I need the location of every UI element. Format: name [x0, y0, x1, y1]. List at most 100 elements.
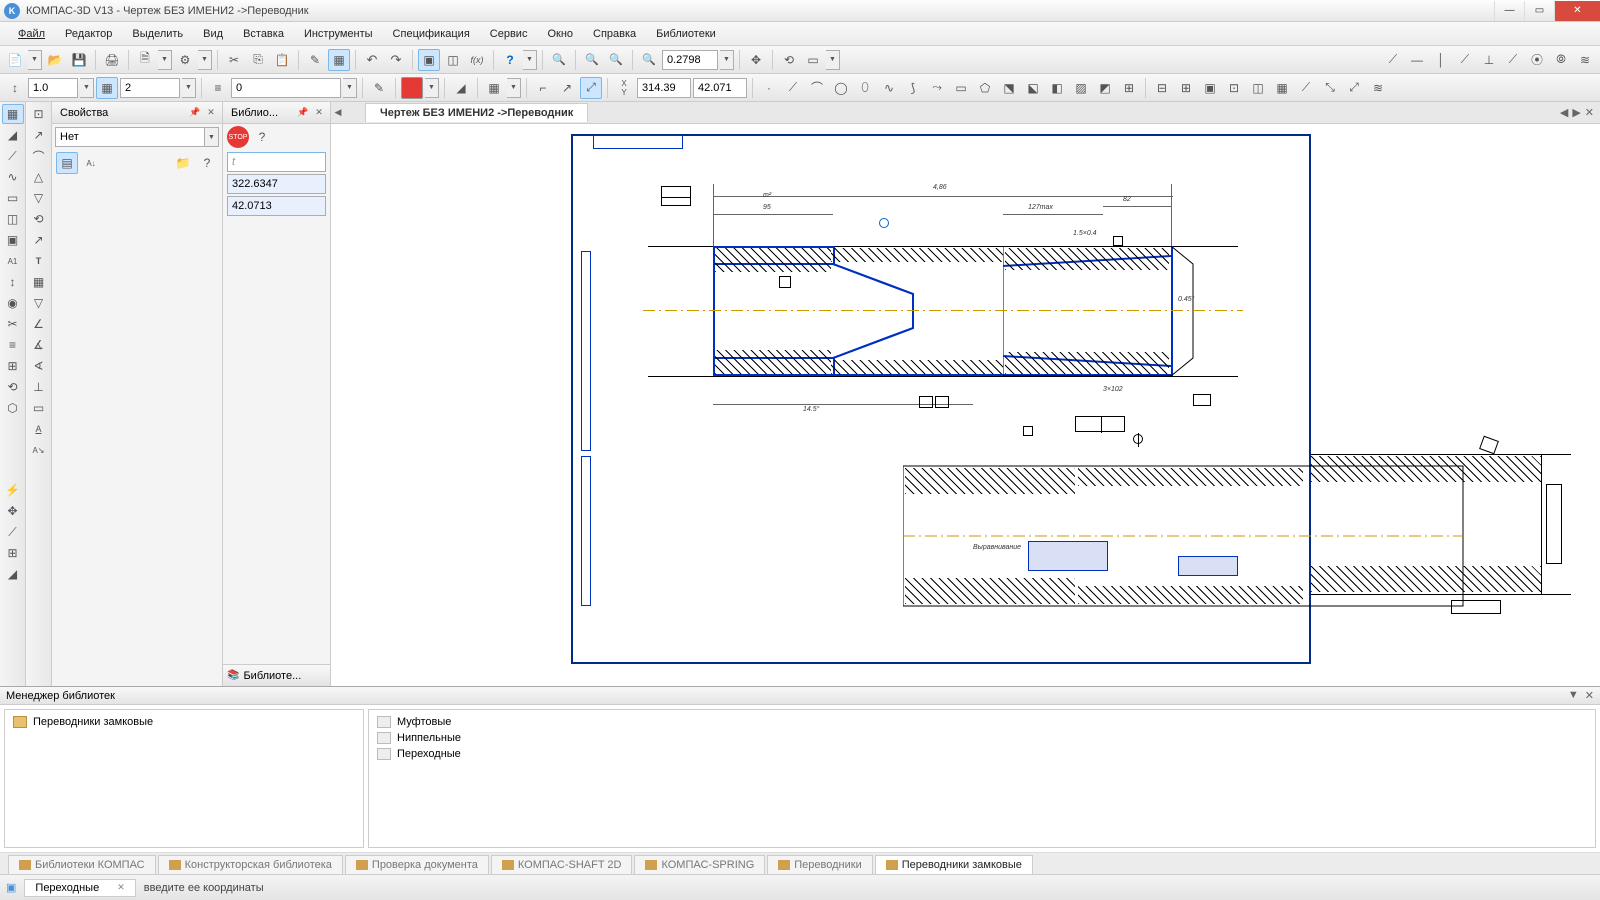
point-icon[interactable]: ·	[758, 77, 780, 99]
libmgr-close-icon[interactable]: ✕	[1585, 689, 1594, 702]
v11-icon[interactable]: ≡	[2, 335, 24, 355]
poly-icon[interactable]: ⬠	[974, 77, 996, 99]
props-b3[interactable]: 📁	[172, 152, 194, 174]
props-combo-dd[interactable]: ▼	[205, 127, 219, 147]
geom-icon[interactable]: ▦	[2, 104, 24, 124]
lib-footer-label[interactable]: Библиоте...	[239, 668, 326, 684]
v12-icon[interactable]: ⊞	[2, 356, 24, 376]
menu-service[interactable]: Сервис	[482, 25, 536, 43]
lib-close-icon[interactable]: ✕	[312, 106, 326, 120]
d6-icon[interactable]: ▦	[1271, 77, 1293, 99]
w5-icon[interactable]: ▽	[28, 188, 50, 208]
color-dd[interactable]: ▼	[425, 78, 439, 98]
lineweight-input[interactable]	[28, 78, 78, 98]
w17-icon[interactable]: A↘	[28, 440, 50, 460]
v16-icon[interactable]: ✥	[2, 501, 24, 521]
new-button[interactable]	[4, 49, 26, 71]
v17-icon[interactable]: ⟋	[2, 522, 24, 542]
layer-dd[interactable]: ▼	[182, 78, 196, 98]
lineweight-icon[interactable]: ↕	[4, 77, 26, 99]
color-button[interactable]	[401, 77, 423, 99]
tab-close-icon[interactable]: ✕	[1585, 106, 1594, 119]
w7-icon[interactable]: ↗	[28, 230, 50, 250]
t3-icon[interactable]: ◧	[1046, 77, 1068, 99]
paste-button[interactable]	[271, 49, 293, 71]
menu-window[interactable]: Окно	[539, 25, 581, 43]
d9-icon[interactable]: ⤢	[1343, 77, 1365, 99]
mode1-button[interactable]: ▣	[418, 49, 440, 71]
display-dd[interactable]: ▼	[826, 50, 840, 70]
menu-view[interactable]: Вид	[195, 25, 231, 43]
display-button[interactable]: ▭	[802, 49, 824, 71]
w9-icon[interactable]: ▦	[28, 272, 50, 292]
props-b1[interactable]: ▤	[56, 152, 78, 174]
v10-icon[interactable]: ✂	[2, 314, 24, 334]
save-button[interactable]	[68, 49, 90, 71]
snap3-icon[interactable]: ⤢	[580, 77, 602, 99]
status-tab-close-icon[interactable]: ✕	[117, 882, 125, 893]
grid-dd[interactable]: ▼	[507, 78, 521, 98]
pan-button[interactable]: ✥	[745, 49, 767, 71]
lib-stop-icon[interactable]: STOP	[227, 126, 249, 148]
v4-icon[interactable]: ▭	[2, 188, 24, 208]
v19-icon[interactable]: ◢	[2, 564, 24, 584]
spline-icon[interactable]: ∿	[878, 77, 900, 99]
menu-spec[interactable]: Спецификация	[385, 25, 478, 43]
d7-icon[interactable]: ⟋	[1295, 77, 1317, 99]
line2-icon[interactable]: —	[1406, 49, 1428, 71]
rect-icon[interactable]: ▭	[950, 77, 972, 99]
v18-icon[interactable]: ⊞	[2, 543, 24, 563]
v14-icon[interactable]: ⬡	[2, 398, 24, 418]
help-button[interactable]	[499, 49, 521, 71]
w14-icon[interactable]: ⊥	[28, 377, 50, 397]
w11-icon[interactable]: ∠	[28, 314, 50, 334]
tab-left-icon[interactable]: ◀	[331, 107, 345, 118]
line1-icon[interactable]: ⟋	[1382, 49, 1404, 71]
libtab-1[interactable]: Конструкторская библиотека	[158, 855, 343, 874]
props-tab-label[interactable]: Свойства	[56, 105, 186, 121]
libtab-3[interactable]: КОМПАС-SHAFT 2D	[491, 855, 633, 874]
help-dd[interactable]: ▼	[523, 50, 537, 70]
zoom-window-button[interactable]	[548, 49, 570, 71]
open-button[interactable]	[44, 49, 66, 71]
table-button[interactable]: ▦	[328, 49, 350, 71]
v13-icon[interactable]: ⟲	[2, 377, 24, 397]
w8-icon[interactable]: T	[28, 251, 50, 271]
lib-folder-item[interactable]: Переводники замковые	[9, 714, 359, 730]
w6-icon[interactable]: ⟲	[28, 209, 50, 229]
w2-icon[interactable]: ↗	[28, 125, 50, 145]
lib-input-v1[interactable]	[227, 174, 326, 194]
w16-icon[interactable]: A	[28, 419, 50, 439]
lib-tab-label[interactable]: Библио...	[227, 105, 294, 121]
layer-input[interactable]	[120, 78, 180, 98]
snap1-icon[interactable]: ◢	[450, 77, 472, 99]
mode2-button[interactable]: ◫	[442, 49, 464, 71]
d8-icon[interactable]: ⤡	[1319, 77, 1341, 99]
t4-icon[interactable]: ▨	[1070, 77, 1092, 99]
lib-pin-icon[interactable]: 📌	[296, 106, 310, 120]
bezier-icon[interactable]: ⤳	[926, 77, 948, 99]
lw-dd[interactable]: ▼	[80, 78, 94, 98]
t6-icon[interactable]: ⊞	[1118, 77, 1140, 99]
cut-button[interactable]	[223, 49, 245, 71]
edit-icon[interactable]: ✎	[368, 77, 390, 99]
circle-icon[interactable]: ◯	[830, 77, 852, 99]
status-tab[interactable]: Переходные ✕	[24, 879, 135, 897]
coord-y-input[interactable]	[693, 78, 747, 98]
snap2-icon[interactable]: ↗	[556, 77, 578, 99]
v7-icon[interactable]: A1	[2, 251, 24, 271]
props-button[interactable]: ⚙	[174, 49, 196, 71]
arc-icon[interactable]: ⌒	[806, 77, 828, 99]
w10-icon[interactable]: ▽	[28, 293, 50, 313]
t5-icon[interactable]: ◩	[1094, 77, 1116, 99]
lib-input-active[interactable]	[227, 152, 326, 172]
t2-icon[interactable]: ⬕	[1022, 77, 1044, 99]
preview-dd[interactable]: ▼	[158, 50, 172, 70]
zoom-input[interactable]	[662, 50, 718, 70]
d4-icon[interactable]: ⊡	[1223, 77, 1245, 99]
line7-icon[interactable]: ≋	[1574, 49, 1596, 71]
menu-tools[interactable]: Инструменты	[296, 25, 381, 43]
zoom-out-button[interactable]	[605, 49, 627, 71]
fx-button[interactable]	[466, 49, 488, 71]
line4-icon[interactable]: ⟋	[1454, 49, 1476, 71]
